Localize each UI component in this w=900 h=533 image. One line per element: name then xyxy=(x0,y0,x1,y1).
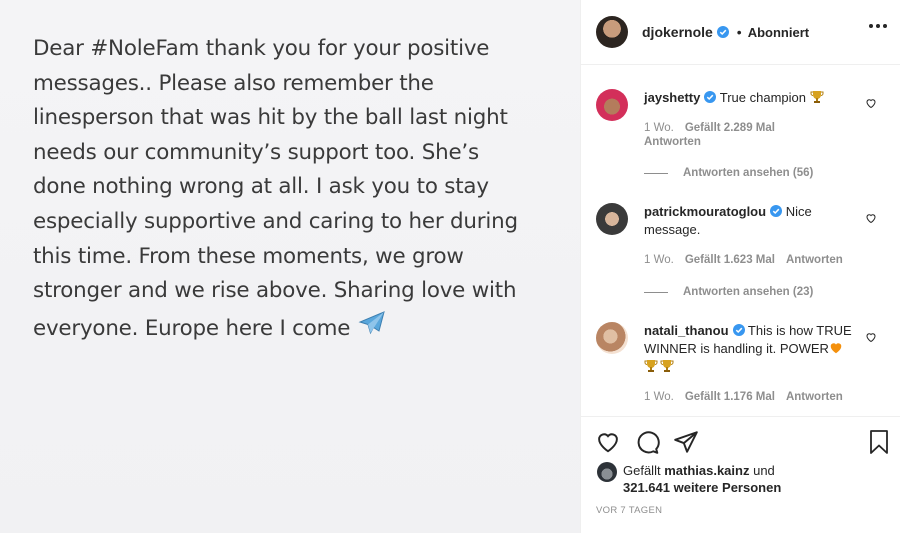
orange-heart-icon xyxy=(830,343,842,354)
comment-meta: 1 Wo. Gefällt 1.623 Mal Antworten xyxy=(644,253,854,267)
separator-dot: • xyxy=(736,24,742,40)
likes-text: Gefällt mathias.kainz und 321.641 weiter… xyxy=(623,462,781,496)
reply-button[interactable]: Antworten xyxy=(786,254,843,266)
avatar[interactable] xyxy=(596,16,628,48)
comment-body: natali_thanou This is how TRUE WINNER is… xyxy=(644,322,852,376)
trophy-icon xyxy=(644,360,658,372)
post-sidebar: djokernole • Abonniert jayshetty True ch… xyxy=(580,0,900,533)
comment-username[interactable]: patrickmouratoglou xyxy=(644,204,766,219)
reply-button[interactable]: Antworten xyxy=(786,391,843,403)
comment-body: jayshetty True champion xyxy=(644,89,852,107)
avatar[interactable] xyxy=(596,89,628,121)
comment-meta: 1 Wo. Gefällt 2.289 Mal Antworten xyxy=(644,121,786,149)
verified-badge-icon xyxy=(732,324,745,336)
post-caption-image-text: Dear #NoleFam thank you for your positiv… xyxy=(33,32,553,346)
share-icon[interactable] xyxy=(673,429,699,455)
verified-badge-icon xyxy=(704,91,717,103)
likes-summary: Gefällt mathias.kainz und 321.641 weiter… xyxy=(597,462,781,496)
view-replies-button[interactable]: Antworten ansehen (23) xyxy=(644,286,813,298)
comment-icon[interactable] xyxy=(634,429,660,455)
avatar[interactable] xyxy=(597,462,617,482)
avatar[interactable] xyxy=(596,322,628,354)
follow-status-button[interactable]: Abonniert xyxy=(748,25,809,40)
likes-prefix: Gefällt xyxy=(623,463,661,478)
view-replies-label: Antworten ansehen (23) xyxy=(683,286,814,298)
likes-connector: und xyxy=(753,463,775,478)
replies-divider xyxy=(644,172,668,174)
comment-age[interactable]: 1 Wo. xyxy=(644,254,674,266)
comment-likes[interactable]: Gefällt 2.289 Mal xyxy=(685,122,775,134)
trophy-icon xyxy=(660,360,674,372)
bookmark-icon[interactable] xyxy=(867,429,891,455)
comment-username[interactable]: natali_thanou xyxy=(644,323,729,338)
post-text: Dear #NoleFam thank you for your positiv… xyxy=(33,36,518,341)
comment-username[interactable]: jayshetty xyxy=(644,90,700,105)
likes-user-link[interactable]: mathias.kainz xyxy=(664,463,749,478)
view-replies-button[interactable]: Antworten ansehen (56) xyxy=(644,167,813,179)
post-header: djokernole • Abonniert xyxy=(581,0,900,65)
like-comment-heart-icon[interactable] xyxy=(865,212,877,224)
comment-likes[interactable]: Gefällt 1.176 Mal xyxy=(685,391,775,403)
comment-text: True champion xyxy=(719,90,806,105)
post-image: Dear #NoleFam thank you for your positiv… xyxy=(0,0,580,533)
reply-button[interactable]: Antworten xyxy=(644,136,701,148)
avatar[interactable] xyxy=(596,203,628,235)
comment-age[interactable]: 1 Wo. xyxy=(644,122,674,134)
more-options-icon[interactable] xyxy=(869,24,887,28)
verified-badge-icon xyxy=(716,26,729,38)
post-timestamp[interactable]: VOR 7 TAGEN xyxy=(596,505,662,516)
verified-badge-icon xyxy=(770,205,783,217)
likes-count-link[interactable]: 321.641 weitere Personen xyxy=(623,480,781,495)
author-username[interactable]: djokernole xyxy=(642,24,713,40)
replies-divider xyxy=(644,291,668,293)
comment-body: patrickmouratoglou Nice message. xyxy=(644,203,852,239)
like-heart-icon[interactable] xyxy=(595,429,621,455)
like-comment-heart-icon[interactable] xyxy=(865,331,877,343)
trophy-icon xyxy=(810,91,824,103)
comment-meta: 1 Wo. Gefällt 1.176 Mal Antworten xyxy=(644,390,854,404)
comment-likes[interactable]: Gefällt 1.623 Mal xyxy=(685,254,775,266)
comment-age[interactable]: 1 Wo. xyxy=(644,391,674,403)
post-actions: Gefällt mathias.kainz und 321.641 weiter… xyxy=(581,416,900,533)
like-comment-heart-icon[interactable] xyxy=(865,97,877,109)
airplane-icon xyxy=(358,310,385,335)
view-replies-label: Antworten ansehen (56) xyxy=(683,167,814,179)
